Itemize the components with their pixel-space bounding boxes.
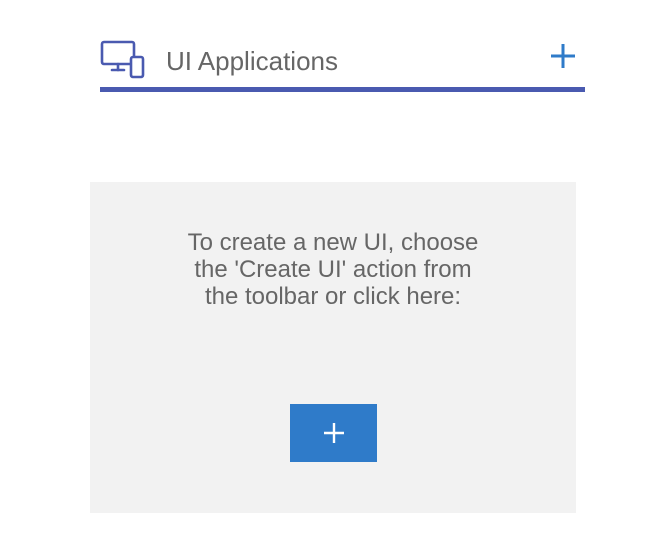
page-title: UI Applications <box>166 46 338 76</box>
plus-icon <box>323 423 344 443</box>
empty-state-panel: To create a new UI, choose the 'Create U… <box>90 182 576 513</box>
plus-icon <box>551 44 575 68</box>
section-header: UI Applications <box>100 36 585 92</box>
empty-state-line: the 'Create UI' action from <box>194 256 472 283</box>
add-ui-button[interactable] <box>549 42 577 70</box>
devices-icon <box>100 40 146 80</box>
create-ui-button[interactable] <box>290 404 377 462</box>
empty-state-message: To create a new UI, choose the 'Create U… <box>90 229 576 310</box>
empty-state-line: To create a new UI, choose <box>187 229 479 256</box>
empty-state-line: the toolbar or click here: <box>204 283 462 310</box>
